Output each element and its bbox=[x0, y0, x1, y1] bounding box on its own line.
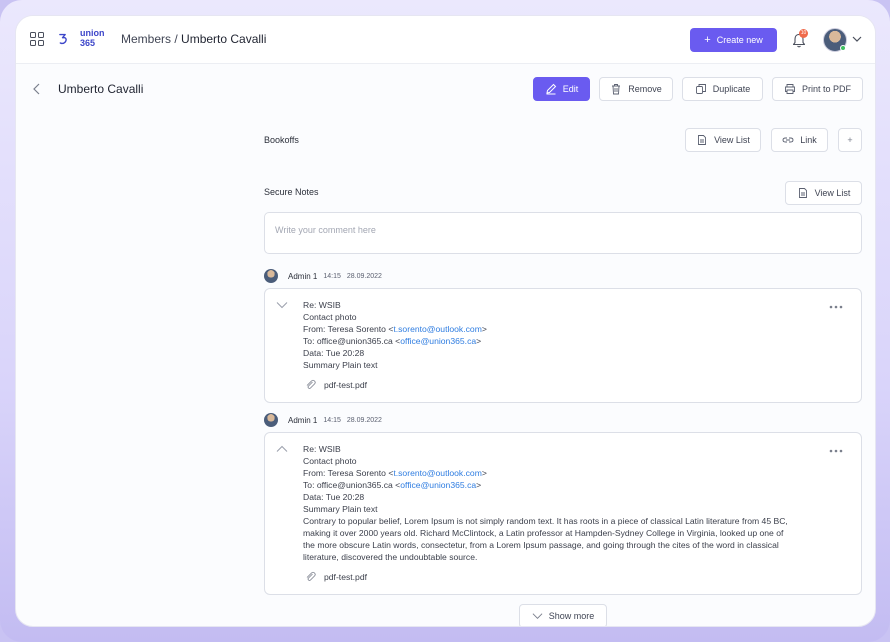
note-card: Re: WSIB Contact photo From: Teresa Sore… bbox=[264, 432, 862, 595]
trash-icon bbox=[612, 84, 621, 95]
attachment-name: pdf-test.pdf bbox=[324, 379, 367, 390]
note-subject: Re: WSIB bbox=[303, 300, 341, 310]
to-email-link[interactable]: office@union365.ca bbox=[400, 480, 476, 490]
note-card: Re: WSIB Contact photo From: Teresa Sore… bbox=[264, 288, 862, 403]
secure-notes-view-list-label: View List bbox=[814, 188, 851, 198]
bookoffs-add-button[interactable]: + bbox=[838, 128, 862, 152]
note-author: Admin 1 bbox=[288, 415, 318, 425]
note-data: Data: Tue 20:28 bbox=[303, 348, 365, 358]
bookoffs-view-list-label: View List bbox=[714, 135, 750, 145]
note-to-suffix: > bbox=[476, 336, 482, 346]
note-meta: Admin 1 14:15 28.09.2022 bbox=[264, 268, 382, 284]
bookoffs-link-button[interactable]: Link bbox=[771, 128, 828, 152]
note-subject: Re: WSIB bbox=[303, 444, 341, 454]
plus-icon: + bbox=[847, 135, 853, 145]
note-line: Contact photo bbox=[303, 456, 357, 466]
comment-input[interactable] bbox=[275, 225, 851, 235]
logo-text-line1: union bbox=[80, 28, 105, 38]
pencil-icon bbox=[546, 83, 556, 95]
note-meta: Admin 1 14:15 28.09.2022 bbox=[264, 412, 382, 428]
note-time: 14:15 bbox=[323, 416, 341, 424]
link-icon bbox=[782, 137, 794, 143]
app-window: union 365 Members / Umberto Cavalli + Cr… bbox=[15, 15, 876, 627]
paperclip-icon bbox=[306, 379, 316, 389]
from-email-link[interactable]: t.sorento@outlook.com bbox=[393, 468, 482, 478]
print-label: Print to PDF bbox=[801, 84, 851, 94]
more-options-icon[interactable] bbox=[829, 449, 843, 453]
show-more-button[interactable]: Show more bbox=[519, 604, 607, 626]
note-date: 28.09.2022 bbox=[346, 272, 382, 280]
plus-icon: + bbox=[704, 34, 711, 46]
bookoffs-view-list-button[interactable]: View List bbox=[685, 128, 761, 152]
attachment[interactable]: pdf-test.pdf bbox=[305, 379, 367, 390]
remove-button[interactable]: Remove bbox=[599, 77, 673, 101]
note-to-prefix: To: office@union365.ca < bbox=[303, 480, 401, 490]
note-data: Data: Tue 20:28 bbox=[303, 492, 365, 502]
secure-notes-view-list-button[interactable]: View List bbox=[785, 181, 862, 205]
show-more-label: Show more bbox=[548, 611, 595, 621]
attachment[interactable]: pdf-test.pdf bbox=[305, 571, 367, 582]
printer-icon bbox=[785, 84, 795, 94]
edit-button[interactable]: Edit bbox=[533, 77, 590, 101]
note-from-suffix: > bbox=[481, 468, 487, 478]
more-options-icon[interactable] bbox=[829, 305, 843, 309]
breadcrumb-members-link[interactable]: Members bbox=[121, 32, 171, 46]
logo-text-line2: 365 bbox=[80, 38, 96, 48]
note-summary: Summary Plain text bbox=[303, 360, 378, 370]
breadcrumb-current: Umberto Cavalli bbox=[181, 32, 267, 46]
note-from: From: Teresa Sorento <t.sorento@outlook.… bbox=[303, 323, 803, 335]
note-author: Admin 1 bbox=[288, 271, 318, 281]
notification-badge: 10 bbox=[799, 29, 808, 38]
chevron-down-icon bbox=[532, 613, 543, 619]
note-line: Contact photo bbox=[303, 312, 357, 322]
breadcrumb-separator: / bbox=[171, 32, 182, 46]
attachment-name: pdf-test.pdf bbox=[324, 571, 367, 582]
note-to-suffix: > bbox=[476, 480, 482, 490]
note-from-prefix: From: Teresa Sorento < bbox=[303, 324, 394, 334]
document-icon bbox=[798, 188, 807, 198]
secure-notes-label: Secure Notes bbox=[264, 187, 319, 197]
note-time: 14:15 bbox=[323, 272, 341, 280]
note-to-prefix: To: office@union365.ca < bbox=[303, 336, 401, 346]
avatar bbox=[264, 413, 278, 427]
apps-grid-icon[interactable] bbox=[30, 32, 44, 46]
breadcrumb: Members / Umberto Cavalli bbox=[121, 32, 266, 46]
create-new-label: Create new bbox=[716, 35, 763, 45]
note-body: Re: WSIB Contact photo From: Teresa Sore… bbox=[303, 443, 803, 563]
avatar bbox=[264, 269, 278, 283]
remove-label: Remove bbox=[628, 84, 662, 94]
comment-box[interactable] bbox=[264, 212, 862, 254]
note-from: From: Teresa Sorento <t.sorento@outlook.… bbox=[303, 467, 803, 479]
edit-label: Edit bbox=[562, 84, 579, 94]
page-title: Umberto Cavalli bbox=[58, 82, 144, 96]
bookoffs-label: Bookoffs bbox=[264, 135, 299, 145]
note-body: Re: WSIB Contact photo From: Teresa Sore… bbox=[303, 299, 803, 371]
print-to-pdf-button[interactable]: Print to PDF bbox=[772, 77, 863, 101]
duplicate-icon bbox=[695, 84, 706, 94]
create-new-button[interactable]: + Create new bbox=[690, 28, 777, 52]
from-email-link[interactable]: t.sorento@outlook.com bbox=[393, 324, 482, 334]
paperclip-icon bbox=[306, 571, 316, 581]
online-status-dot bbox=[840, 45, 846, 51]
document-icon bbox=[698, 135, 707, 145]
note-to: To: office@union365.ca <office@union365.… bbox=[303, 479, 803, 491]
chevron-down-icon[interactable] bbox=[852, 34, 862, 44]
top-header: union 365 Members / Umberto Cavalli + Cr… bbox=[16, 16, 875, 64]
note-date: 28.09.2022 bbox=[346, 416, 382, 424]
duplicate-button[interactable]: Duplicate bbox=[682, 77, 763, 101]
note-from-prefix: From: Teresa Sorento < bbox=[303, 468, 394, 478]
bookoffs-link-label: Link bbox=[800, 135, 817, 145]
chevron-down-icon[interactable] bbox=[276, 301, 288, 309]
logo-text: union 365 bbox=[80, 28, 105, 48]
union365-logo-icon bbox=[59, 33, 67, 45]
note-to: To: office@union365.ca <office@union365.… bbox=[303, 335, 803, 347]
note-from-suffix: > bbox=[481, 324, 487, 334]
note-body-text: Contrary to popular belief, Lorem Ipsum … bbox=[303, 516, 788, 562]
note-summary: Summary Plain text bbox=[303, 504, 378, 514]
chevron-left-icon[interactable] bbox=[32, 83, 42, 95]
to-email-link[interactable]: office@union365.ca bbox=[400, 336, 476, 346]
chevron-up-icon[interactable] bbox=[276, 445, 288, 453]
duplicate-label: Duplicate bbox=[712, 84, 751, 94]
